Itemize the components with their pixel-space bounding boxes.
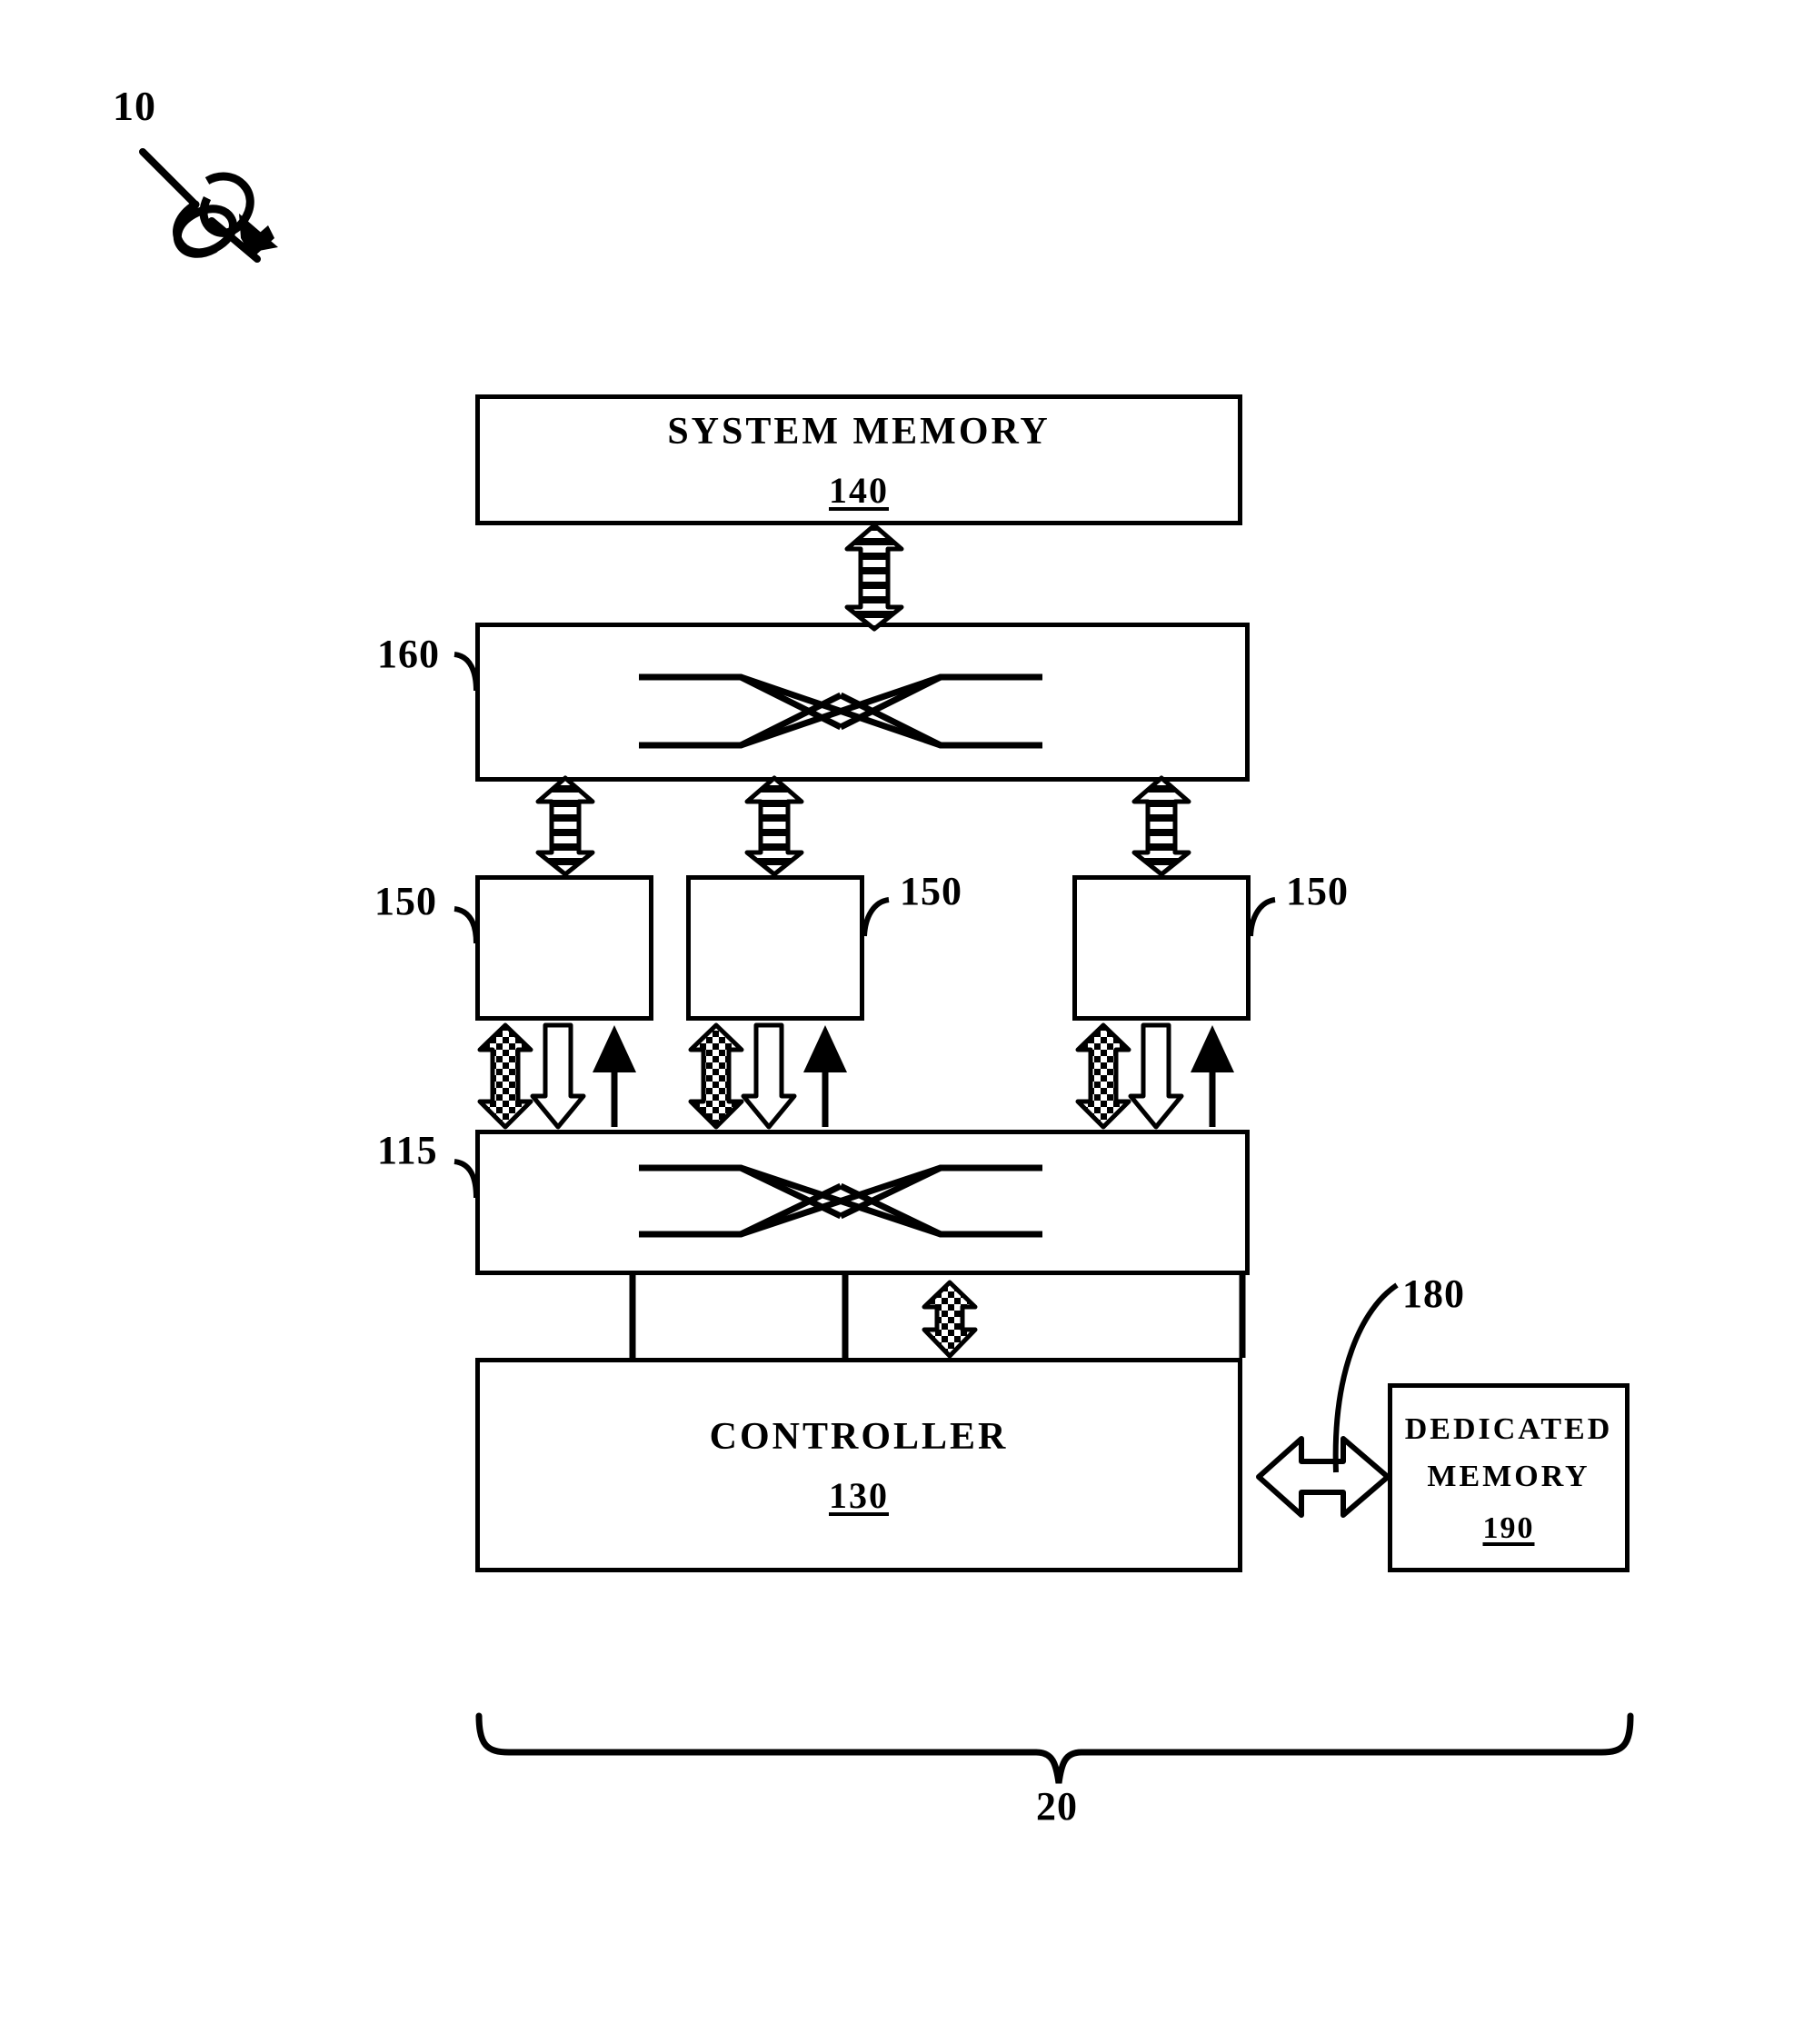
leader-150-3	[1248, 897, 1276, 937]
bus-arrow-crossbar-to-unit-1	[535, 775, 595, 877]
leader-150-1	[453, 906, 479, 944]
ref-label-160: 160	[377, 632, 440, 676]
system-memory-title: SYSTEM MEMORY	[667, 411, 1051, 454]
ref-label-115: 115	[377, 1128, 438, 1172]
bus-arrow-memory-to-upper-crossbar	[844, 523, 904, 632]
bus-arrow-controller-to-dedicated-memory	[1256, 1436, 1390, 1518]
controller-number: 130	[829, 1474, 889, 1516]
dedicated-memory-title-line2: MEMORY	[1427, 1460, 1590, 1493]
processing-unit-block-3	[1072, 875, 1251, 1021]
interface-arrows-unit-3	[1075, 1022, 1234, 1130]
leader-150-2	[862, 897, 890, 937]
interface-arrows-unit-1	[477, 1022, 636, 1130]
dedicated-memory-title-line1: DEDICATED	[1404, 1411, 1613, 1446]
leader-115	[453, 1159, 479, 1199]
figure-line-art	[139, 148, 1634, 1784]
system-memory-number: 140	[829, 469, 889, 511]
patent-figure-page: 10 SYSTEM MEMORY 140 160 150 150 150 115…	[0, 0, 1804, 2044]
bus-arrow-crossbar-to-controller	[922, 1280, 978, 1359]
ref-label-180: 180	[1402, 1271, 1465, 1316]
ref-label-150-2: 150	[900, 869, 962, 913]
ref-label-150-1: 150	[374, 879, 437, 923]
assembly-brace-20	[475, 1712, 1634, 1784]
processing-unit-block-1	[475, 875, 653, 1021]
bus-arrow-crossbar-to-unit-3	[1131, 775, 1191, 877]
crossbar-controller-connector-lines	[629, 1275, 1246, 1358]
lower-crossbar-block	[475, 1130, 1250, 1275]
upper-crossbar-block	[475, 623, 1250, 782]
dedicated-memory-block: DEDICATED MEMORY 190	[1388, 1383, 1630, 1572]
system-leader-arrow	[139, 148, 278, 263]
ref-label-150-3: 150	[1286, 869, 1349, 913]
interface-arrows-unit-2	[688, 1022, 847, 1130]
ref-label-10: 10	[113, 83, 156, 129]
controller-block: CONTROLLER 130	[475, 1358, 1242, 1572]
leader-160	[453, 652, 479, 692]
processing-unit-block-2	[686, 875, 864, 1021]
controller-title: CONTROLLER	[709, 1416, 1009, 1459]
bus-arrow-crossbar-to-unit-2	[744, 775, 804, 877]
ref-label-20: 20	[1036, 1784, 1078, 1829]
system-memory-block: SYSTEM MEMORY 140	[475, 394, 1242, 525]
dedicated-memory-number: 190	[1482, 1511, 1535, 1545]
